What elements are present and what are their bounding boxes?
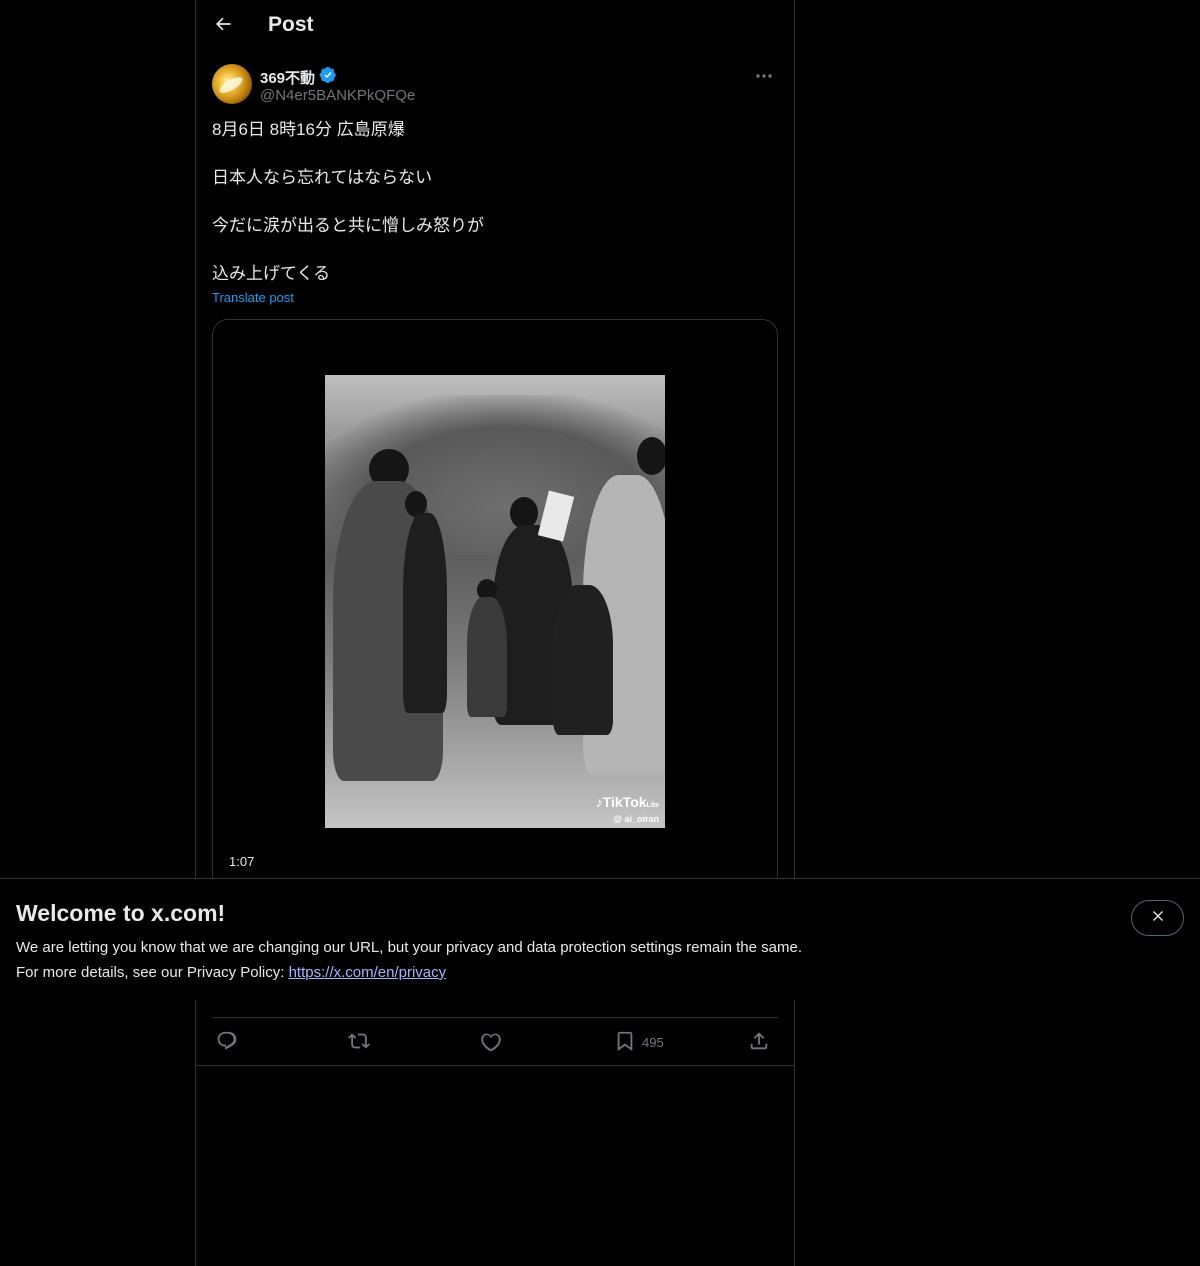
post-text-line: 日本人なら忘れてはならない xyxy=(212,168,433,187)
avatar[interactable] xyxy=(212,64,252,104)
action-bar: 495 xyxy=(212,1017,778,1066)
video-duration: 1:07 xyxy=(229,854,255,869)
post-text-line: 込み上げてくる xyxy=(212,264,331,283)
bookmark-icon xyxy=(614,1030,636,1055)
banner-title: Welcome to x.com! xyxy=(16,900,226,926)
more-options-button[interactable] xyxy=(750,64,778,86)
video-still-figure xyxy=(637,437,665,475)
author-handle[interactable]: @N4er5BANKPkQFQe xyxy=(260,87,415,104)
banner-text-prefix: For more details, see our Privacy Policy… xyxy=(16,964,289,981)
more-horizontal-icon xyxy=(755,66,773,84)
welcome-banner: Welcome to x.com! We are letting you kno… xyxy=(0,878,1200,1000)
main-column: Post 369不動 @N4er5BANKPkQFQe 8月6日 8時16分 広… xyxy=(195,0,795,1266)
video-card[interactable]: ♪TikTokLite @ ai_oiran 1:07 xyxy=(212,319,778,891)
post-text: 8月6日 8時16分 広島原爆 日本人なら忘れてはならない 今だに涙が出ると共に… xyxy=(212,118,778,286)
video-still-figure xyxy=(553,585,613,735)
close-icon xyxy=(1150,908,1166,929)
divider xyxy=(196,1065,794,1066)
verified-badge-icon xyxy=(319,66,337,88)
privacy-policy-link[interactable]: https://x.com/en/privacy xyxy=(289,964,447,981)
tiktok-watermark: ♪TikTokLite xyxy=(596,794,659,810)
author-display-name[interactable]: 369不動 xyxy=(260,66,337,88)
translate-post-link[interactable]: Translate post xyxy=(212,290,294,305)
reply-button[interactable] xyxy=(216,1030,238,1055)
banner-text-line: We are letting you know that we are chan… xyxy=(16,939,802,956)
share-icon xyxy=(748,1030,770,1055)
tiktok-username: @ ai_oiran xyxy=(613,814,659,824)
back-button[interactable] xyxy=(206,9,240,43)
tiktok-suffix: Lite xyxy=(646,802,659,809)
bookmark-count: 495 xyxy=(642,1035,664,1050)
tiktok-logo-icon: ♪ xyxy=(595,794,603,810)
video-still-figure xyxy=(467,597,507,717)
arrow-left-icon xyxy=(213,14,233,39)
video-still-figure xyxy=(403,513,447,713)
repost-button[interactable] xyxy=(348,1030,370,1055)
banner-text-line: For more details, see our Privacy Policy… xyxy=(16,960,1016,985)
top-bar: Post xyxy=(196,0,794,53)
repost-icon xyxy=(348,1030,370,1055)
tiktok-brand: TikTok xyxy=(602,794,647,810)
bookmark-button[interactable]: 495 xyxy=(614,1030,664,1055)
reply-icon xyxy=(216,1030,238,1055)
post-text-line: 今だに涙が出ると共に憎しみ怒りが xyxy=(212,216,484,235)
post-author: 369不動 @N4er5BANKPkQFQe xyxy=(212,64,778,108)
author-name-text: 369不動 xyxy=(260,69,316,87)
close-banner-button[interactable] xyxy=(1131,900,1184,936)
like-button[interactable] xyxy=(480,1030,502,1055)
page-title: Post xyxy=(268,13,314,36)
post-text-line: 8月6日 8時16分 広島原爆 xyxy=(212,120,405,139)
video-player[interactable]: ♪TikTokLite @ ai_oiran xyxy=(325,375,665,828)
share-button[interactable] xyxy=(748,1030,770,1055)
banner-text: We are letting you know that we are chan… xyxy=(16,935,1016,985)
like-icon xyxy=(480,1030,502,1055)
